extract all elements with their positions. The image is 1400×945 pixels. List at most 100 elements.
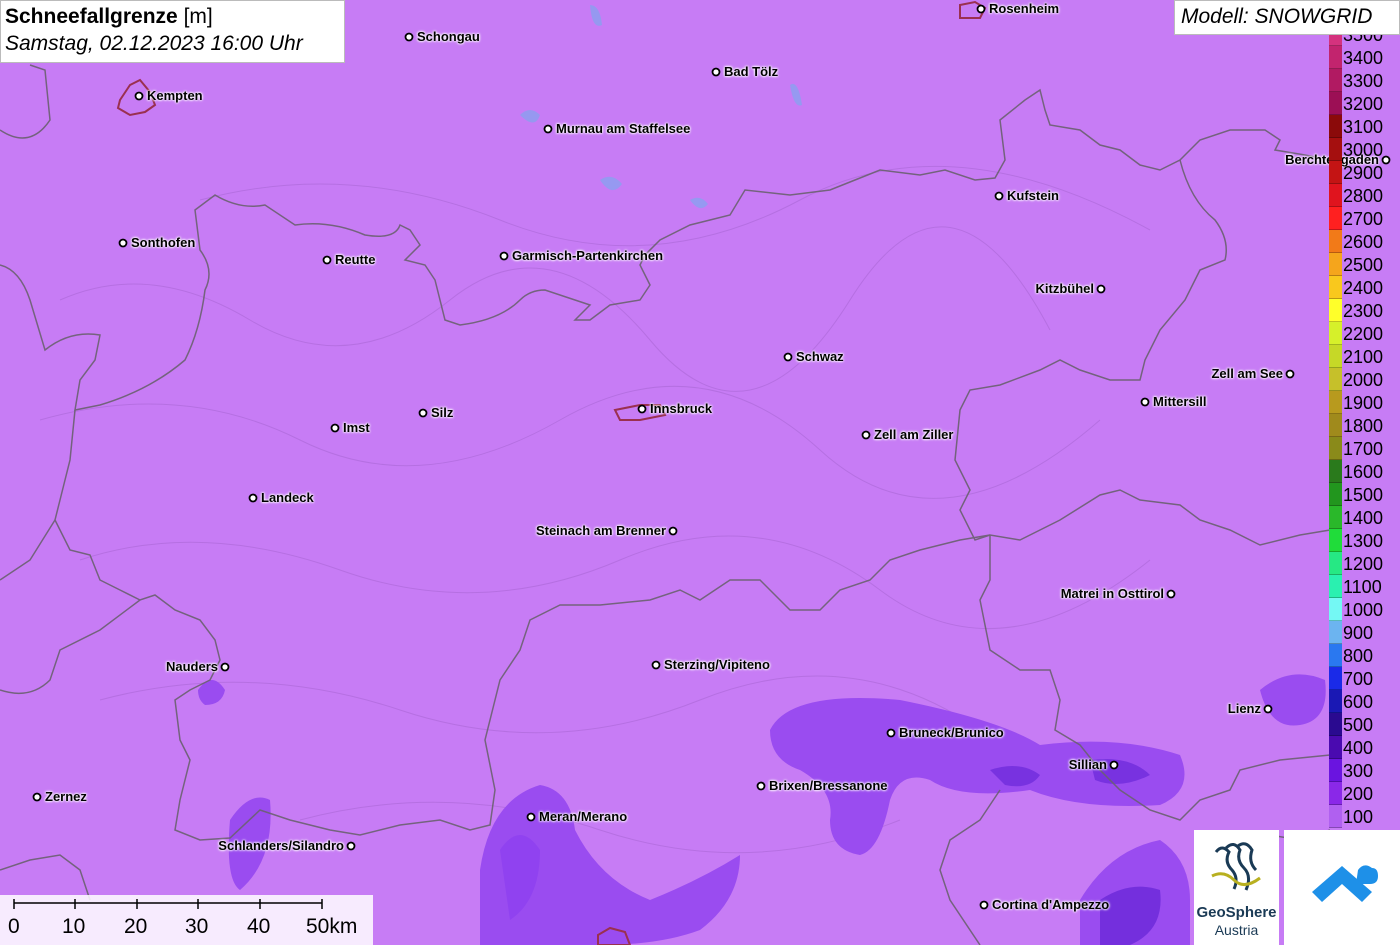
city-dot[interactable] — [32, 792, 42, 802]
legend-swatch — [1329, 322, 1342, 345]
city-dot[interactable] — [1140, 397, 1150, 407]
legend-row: 3500 — [1329, 35, 1400, 46]
city-dot[interactable] — [543, 124, 553, 134]
city-dot[interactable] — [1096, 284, 1106, 294]
legend-label: 200 — [1343, 784, 1374, 804]
scale-label-20: 20 — [124, 915, 148, 938]
city-dot[interactable] — [1285, 369, 1295, 379]
city-label: Schwaz — [796, 349, 844, 364]
legend-swatch — [1329, 690, 1342, 713]
scale-label-40: 40 — [247, 915, 271, 938]
legend-row: 1400 — [1329, 506, 1400, 529]
legend-row: 2300 — [1329, 299, 1400, 322]
city-label: Silz — [431, 405, 454, 420]
city-dot[interactable] — [994, 191, 1004, 201]
legend-label: 700 — [1343, 669, 1374, 689]
city-dot[interactable] — [1109, 760, 1119, 770]
legend-swatch — [1329, 161, 1342, 184]
city-dot[interactable] — [756, 781, 766, 791]
legend-swatch — [1329, 207, 1342, 230]
legend-label: 1000 — [1343, 600, 1384, 620]
legend-label: 3500 — [1343, 35, 1384, 45]
city-dot[interactable] — [499, 251, 509, 261]
legend-row: 3000 — [1329, 138, 1400, 161]
city-dot[interactable] — [637, 404, 647, 414]
city-label: Murnau am Staffelsee — [556, 121, 691, 136]
city-dot[interactable] — [711, 67, 721, 77]
city-label: Nauders — [165, 659, 218, 674]
legend-label: 2900 — [1343, 163, 1384, 183]
city-label: Sillian — [1068, 757, 1107, 772]
city-dot[interactable] — [526, 812, 536, 822]
scale-label-30: 30 — [185, 915, 209, 938]
city-dot[interactable] — [118, 238, 128, 248]
legend-swatch — [1329, 759, 1342, 782]
legend-row: 200 — [1329, 782, 1400, 805]
legend-row: 3200 — [1329, 92, 1400, 115]
legend-swatch — [1329, 69, 1342, 92]
legend-row: 500 — [1329, 713, 1400, 736]
legend-row: 1500 — [1329, 483, 1400, 506]
city-label: Garmisch-Partenkirchen — [512, 248, 664, 263]
city-dot[interactable] — [248, 493, 258, 503]
city-dot[interactable] — [783, 352, 793, 362]
city-dot[interactable] — [134, 91, 144, 101]
legend-label: 1600 — [1343, 462, 1384, 482]
city-label: Brixen/Bressanone — [769, 778, 888, 793]
map-title-unit: [m] — [183, 5, 213, 28]
legend-swatch — [1329, 621, 1342, 644]
city-dot[interactable] — [418, 408, 428, 418]
city-dot[interactable] — [346, 841, 356, 851]
city-label: Matrei in Osttirol — [1060, 586, 1164, 601]
legend-label: 2100 — [1343, 347, 1384, 367]
color-legend: 3500 3400 3300 3200 3100 3000 2900 2800 2700 2600… — [1329, 35, 1400, 835]
legend-label: 400 — [1343, 738, 1374, 758]
city-dot[interactable] — [861, 430, 871, 440]
city-dot[interactable] — [668, 526, 678, 536]
city-dot[interactable] — [886, 728, 896, 738]
city-dot[interactable] — [330, 423, 340, 433]
city-dot[interactable] — [979, 900, 989, 910]
legend-swatch — [1329, 184, 1342, 207]
legend-row: 1300 — [1329, 529, 1400, 552]
legend-swatch — [1329, 345, 1342, 368]
legend-label: 1100 — [1343, 577, 1382, 597]
city-label: Mittersill — [1153, 394, 1207, 409]
legend-row: 2200 — [1329, 322, 1400, 345]
city-dot[interactable] — [322, 255, 332, 265]
map-title-name: Schneefallgrenze — [5, 5, 178, 28]
legend-swatch — [1329, 46, 1342, 69]
city-dot[interactable] — [404, 32, 414, 42]
legend-swatch — [1329, 460, 1342, 483]
legend-swatch — [1329, 782, 1342, 805]
city-label: Imst — [343, 420, 370, 435]
geosphere-logo-icon — [1211, 842, 1261, 891]
city-dot[interactable] — [220, 662, 230, 672]
city-dot[interactable] — [1166, 589, 1176, 599]
logo-line1: GeoSphere — [1196, 904, 1277, 921]
city-dot[interactable] — [976, 4, 986, 14]
city-dot[interactable] — [651, 660, 661, 670]
legend-row: 3100 — [1329, 115, 1400, 138]
legend-swatch — [1329, 805, 1342, 828]
city-label: Kempten — [147, 88, 203, 103]
legend-swatch — [1329, 414, 1342, 437]
legend-row: 1000 — [1329, 598, 1400, 621]
legend-row: 1800 — [1329, 414, 1400, 437]
snow-logo[interactable] — [1284, 830, 1400, 945]
legend-label: 2600 — [1343, 232, 1384, 252]
city-label: Sonthofen — [131, 235, 196, 250]
legend-label: 2300 — [1343, 301, 1384, 321]
map-canvas[interactable] — [0, 0, 1400, 945]
map-title: Schneefallgrenze [m] — [5, 5, 340, 29]
geosphere-logo[interactable]: GeoSphere Austria — [1194, 830, 1279, 945]
legend-label: 1200 — [1343, 554, 1384, 574]
city-dot[interactable] — [1263, 704, 1273, 714]
city-label: Innsbruck — [650, 401, 713, 416]
city-label: Zell am See — [1211, 366, 1283, 381]
city-label: Cortina d'Ampezzo — [992, 897, 1110, 912]
map-background — [0, 0, 1400, 945]
snow-logo-icon — [1312, 865, 1378, 902]
title-box: Schneefallgrenze [m] Samstag, 02.12.2023… — [0, 0, 345, 63]
legend-swatch — [1329, 391, 1342, 414]
